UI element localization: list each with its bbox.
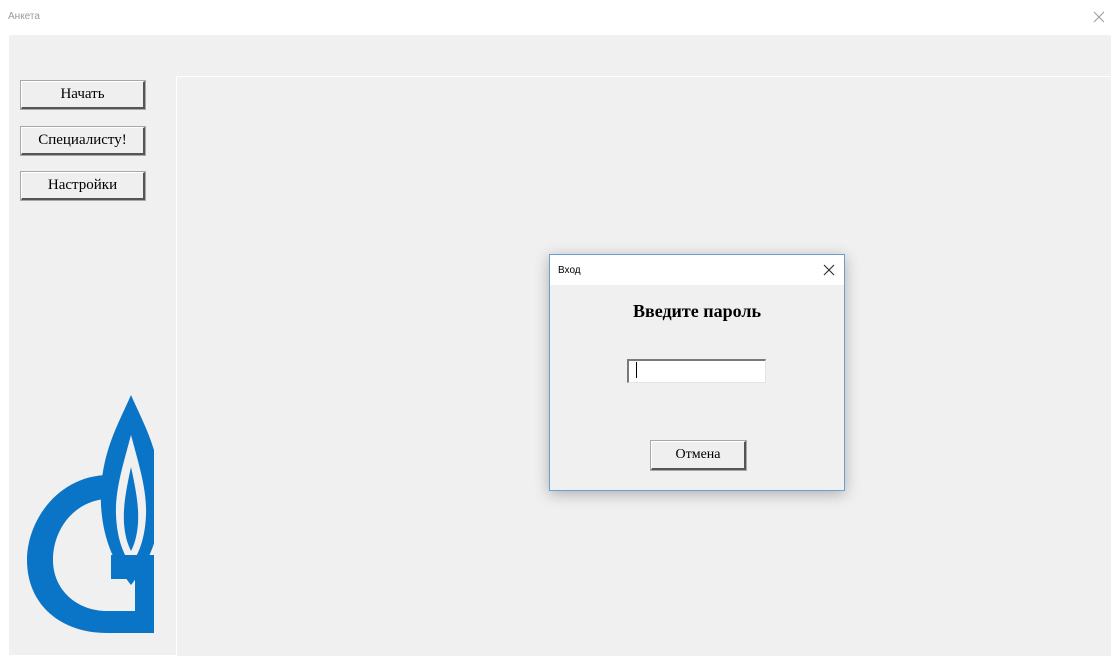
cancel-button[interactable]: Отмена: [650, 440, 747, 471]
login-dialog: Вход Введите пароль Отмена: [549, 254, 845, 491]
window-titlebar: Анкета: [0, 0, 1111, 35]
text-caret: [636, 362, 637, 378]
specialist-button[interactable]: Специалисту!: [20, 126, 146, 156]
settings-button[interactable]: Настройки: [20, 171, 146, 201]
dialog-titlebar: Вход: [550, 255, 844, 285]
dialog-heading: Введите пароль: [632, 301, 762, 321]
start-button[interactable]: Начать: [20, 80, 146, 110]
dialog-title: Вход: [558, 265, 581, 276]
close-icon[interactable]: [822, 263, 836, 277]
close-icon[interactable]: [1091, 9, 1107, 25]
window-title: Анкета: [8, 11, 40, 22]
password-input[interactable]: [627, 359, 766, 383]
gazprom-logo: [27, 395, 154, 633]
